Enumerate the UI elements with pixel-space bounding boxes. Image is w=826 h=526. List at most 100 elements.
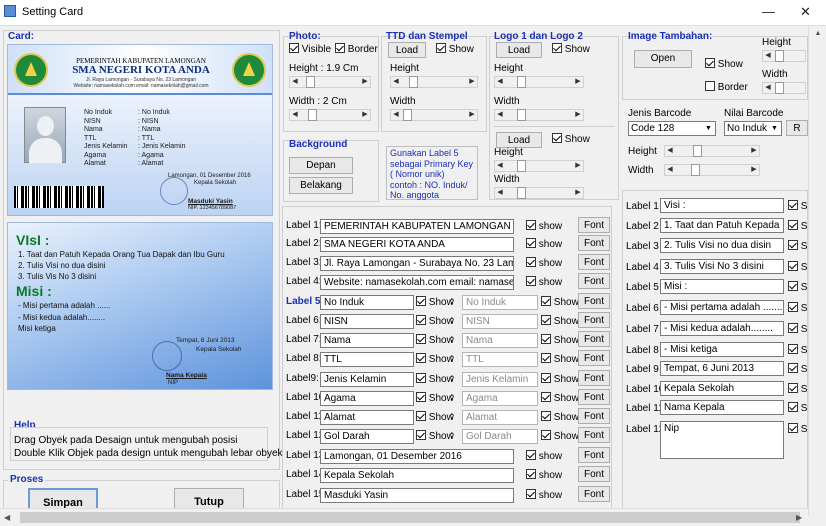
background-front-button[interactable]: Depan — [289, 157, 353, 174]
label-text-input[interactable]: SMA NEGERI KOTA ANDA — [320, 237, 514, 252]
barcode[interactable] — [14, 186, 104, 208]
field-label[interactable]: NISN — [84, 118, 101, 125]
pair-label-show-checkbox[interactable]: Show — [416, 373, 454, 385]
visi-item[interactable]: 2. Tulis Visi no dua disini — [18, 260, 105, 271]
photo-width-slider[interactable]: ◀ ▶ — [289, 109, 371, 121]
field-value[interactable]: : Jenis Kelamin — [138, 143, 185, 152]
ttd-width-slider[interactable]: ◀ ▶ — [390, 109, 478, 121]
back-label-text-input[interactable]: Tempat, 6 Juni 2013 — [660, 361, 784, 376]
front-position[interactable]: Kepala Sekolah — [194, 178, 236, 189]
ttd-load-button[interactable]: Load — [388, 42, 426, 58]
close-button[interactable]: ✕ — [800, 4, 811, 20]
pair-label-value-input[interactable]: NISN — [462, 314, 538, 329]
barcode-r-button[interactable]: R — [786, 120, 808, 136]
field-value[interactable]: : Nama — [138, 126, 185, 135]
back-label-text-input[interactable]: 1. Taat dan Patuh Kepada — [660, 218, 784, 233]
back-label-text-input[interactable]: Misi : — [660, 279, 784, 294]
label-show-checkbox[interactable]: show — [526, 220, 562, 232]
back-label-text-input[interactable]: Nip — [660, 421, 784, 459]
field-label[interactable]: Nama — [84, 126, 103, 133]
label-show-checkbox[interactable]: show — [526, 257, 562, 269]
visi-item[interactable]: 3. Tulis Vis No 3 disini — [18, 271, 96, 282]
image-height-slider[interactable]: ◀ — [762, 50, 806, 62]
back-label-text-input[interactable]: Nama Kepala — [660, 400, 784, 415]
photo-height-slider[interactable]: ◀ ▶ — [289, 76, 371, 88]
misi-item[interactable]: - Misi kedua adalah........ — [18, 312, 105, 323]
pair-label-text-input[interactable]: Agama — [320, 391, 414, 406]
pair-label-show-checkbox[interactable]: Show — [416, 296, 454, 308]
bottom-label-show-checkbox[interactable]: show — [526, 450, 562, 462]
field-value[interactable]: : Alamat — [138, 160, 185, 169]
pair-label-show-checkbox[interactable]: Show — [416, 353, 454, 365]
pair-label-text-input[interactable]: NISN — [320, 314, 414, 329]
back-label-show-checkbox[interactable]: S — [788, 423, 807, 435]
minimize-button[interactable]: — — [762, 4, 775, 19]
pair-label-text-input[interactable]: Alamat — [320, 410, 414, 425]
pair-value-show-checkbox[interactable]: Show — [541, 373, 579, 385]
barcode-width-slider[interactable]: ◀ ▶ — [664, 164, 760, 176]
back-position[interactable]: Kepala Sekolah — [196, 344, 242, 355]
logo2-show-checkbox[interactable]: Show — [552, 133, 590, 145]
field-value[interactable]: : NISN — [138, 118, 185, 127]
pair-label-show-checkbox[interactable]: Show — [416, 392, 454, 404]
card-front[interactable]: PEMERINTAH KABUPATEN LAMONGAN SMA NEGERI… — [7, 44, 273, 216]
horizontal-scrollbar[interactable]: ◀ ▶ — [0, 508, 808, 526]
back-label-text-input[interactable]: Kepala Sekolah — [660, 381, 784, 396]
photo-placeholder[interactable] — [24, 107, 66, 163]
back-label-show-checkbox[interactable]: S — [788, 240, 807, 252]
back-label-show-checkbox[interactable]: S — [788, 323, 807, 335]
barcode-value-select[interactable]: No Induk ▼ — [724, 121, 782, 136]
logo1-load-button[interactable]: Load — [496, 42, 542, 58]
font-button[interactable]: Font — [578, 312, 610, 328]
back-label-text-input[interactable]: Visi : — [660, 198, 784, 213]
label-show-checkbox[interactable]: show — [526, 276, 562, 288]
barcode-height-slider[interactable]: ◀ ▶ — [664, 145, 760, 157]
pair-label-text-input[interactable]: Jenis Kelamin — [320, 372, 414, 387]
logo1-width-slider[interactable]: ◀ ▶ — [494, 109, 584, 121]
pair-label-text-input[interactable]: No Induk — [320, 295, 414, 310]
field-value[interactable]: : TTL — [138, 135, 185, 144]
back-label-show-checkbox[interactable]: S — [788, 261, 807, 273]
pair-label-show-checkbox[interactable]: Show — [416, 411, 454, 423]
pair-label-value-input[interactable]: No Induk — [462, 295, 538, 310]
pair-label-value-input[interactable]: Alamat — [462, 410, 538, 425]
pair-label-value-input[interactable]: Nama — [462, 333, 538, 348]
pair-value-show-checkbox[interactable]: Show — [541, 315, 579, 327]
field-value[interactable]: : No Induk — [138, 109, 185, 118]
barcode-type-select[interactable]: Code 128 ▼ — [628, 121, 716, 136]
pair-label-value-input[interactable]: Gol Darah — [462, 429, 538, 444]
pair-value-show-checkbox[interactable]: Show — [541, 392, 579, 404]
back-label-show-checkbox[interactable]: S — [788, 363, 807, 375]
back-label-text-input[interactable]: - Misi pertama adalah ....... — [660, 300, 784, 315]
font-button[interactable]: Font — [578, 370, 610, 386]
back-label-text-input[interactable]: 3. Tulis Visi No 3 disini — [660, 259, 784, 274]
pair-value-show-checkbox[interactable]: Show — [541, 296, 579, 308]
image-border-checkbox[interactable]: Border — [705, 81, 748, 93]
font-button[interactable]: Font — [578, 466, 610, 482]
misi-item[interactable]: Misi ketiga — [18, 323, 56, 334]
back-misi-title[interactable]: Misi : — [16, 283, 52, 299]
chevron-up-icon[interactable]: ▲ — [812, 30, 824, 40]
back-label-show-checkbox[interactable]: S — [788, 281, 807, 293]
pair-value-show-checkbox[interactable]: Show — [541, 353, 579, 365]
font-button[interactable]: Font — [578, 408, 610, 424]
visi-item[interactable]: 1. Taat dan Patuh Kepada Orang Tua Dapak… — [18, 249, 225, 260]
logo2-width-slider[interactable]: ◀ ▶ — [494, 187, 584, 199]
field-label[interactable]: No Induk — [84, 109, 112, 116]
pair-value-show-checkbox[interactable]: Show — [541, 430, 579, 442]
field-label[interactable]: Agama — [84, 152, 106, 159]
scroll-thumb[interactable] — [20, 512, 800, 523]
pair-label-value-input[interactable]: Agama — [462, 391, 538, 406]
image-width-slider[interactable]: ◀ — [762, 82, 806, 94]
background-back-button[interactable]: Belakang — [289, 177, 353, 194]
pair-label-text-input[interactable]: TTL — [320, 352, 414, 367]
back-visi-title[interactable]: VIsI : — [16, 232, 49, 248]
font-button[interactable]: Font — [578, 389, 610, 405]
back-label-show-checkbox[interactable]: S — [788, 402, 807, 414]
pair-label-value-input[interactable]: TTL — [462, 352, 538, 367]
logo1-show-checkbox[interactable]: Show — [552, 43, 590, 55]
misi-item[interactable]: - Misi pertama adalah ...... — [18, 300, 110, 311]
logo1-height-slider[interactable]: ◀ ▶ — [494, 76, 584, 88]
font-button[interactable]: Font — [578, 235, 610, 251]
font-button[interactable]: Font — [578, 273, 610, 289]
